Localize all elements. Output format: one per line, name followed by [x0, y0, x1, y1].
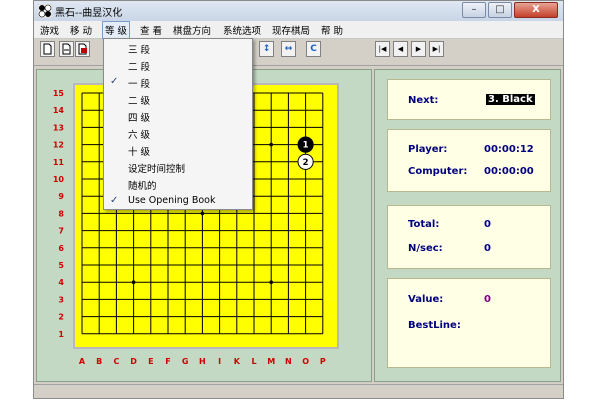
stone-move-number: 2	[303, 158, 309, 168]
row-label: 5	[58, 261, 64, 270]
column-label: C	[113, 357, 119, 366]
column-label: L	[251, 357, 256, 366]
row-label: 2	[58, 313, 64, 322]
next-value: 3. Black	[486, 94, 535, 105]
previous-move-button[interactable]: ◀	[393, 41, 408, 57]
menu-help[interactable]: 帮 助	[321, 23, 343, 37]
window-title: 黑石--曲昱汉化	[55, 8, 123, 19]
total-label: Total:	[408, 219, 440, 230]
maximize-button[interactable]: □	[488, 2, 512, 18]
value-value: 0	[484, 294, 491, 305]
row-label: 3	[58, 295, 64, 304]
column-label: H	[199, 357, 206, 366]
clock-card: Player: 00:00:12 Computer: 00:00:00	[387, 129, 551, 192]
star-point	[269, 280, 273, 284]
next-move-card: Next: 3. Black	[387, 79, 551, 120]
row-labels: 15 14 13 12 11 10 9 8 7 6 5 4 3 2 1	[53, 89, 65, 339]
level-option-2-dan[interactable]: 二 段	[128, 59, 150, 73]
stone-move-number: 1	[303, 141, 309, 151]
row-label: 15	[53, 89, 65, 98]
row-label: 6	[58, 244, 64, 253]
menu-saved-games[interactable]: 现存棋局	[272, 23, 310, 37]
column-labels: ABCDEFGHIKLMNOP	[79, 357, 326, 366]
last-move-button[interactable]: ▶|	[429, 41, 444, 57]
player-time-label: Player:	[408, 144, 448, 155]
level-menu-dropdown: 三 段 二 段 ✓ 一 段 二 级 四 级 六 级 十 级 设定时间控制 随机的…	[103, 38, 253, 210]
menu-game[interactable]: 游戏	[40, 23, 59, 37]
app-window: 黑石--曲昱汉化 – □ X 游戏 移 动 等 级 查 看 棋盘方向 系统选项 …	[33, 0, 564, 399]
close-button[interactable]: X	[514, 2, 558, 18]
column-label: O	[302, 357, 309, 366]
level-option-4-kyu[interactable]: 四 级	[128, 110, 150, 124]
menu-view[interactable]: 查 看	[140, 23, 162, 37]
random-option[interactable]: 随机的	[128, 178, 157, 192]
evaluation-card: Value: 0 BestLine:	[387, 278, 551, 368]
title-bar[interactable]: 黑石--曲昱汉化 – □ X	[34, 1, 563, 21]
computer-time-label: Computer:	[408, 166, 468, 177]
row-label: 11	[53, 158, 65, 167]
row-label: 7	[58, 227, 64, 236]
new-document-icon	[43, 43, 52, 55]
bestline-label: BestLine:	[408, 320, 461, 331]
nodes-per-sec-value: 0	[484, 243, 491, 254]
column-label: I	[218, 357, 221, 366]
nodes-per-sec-label: N/sec:	[408, 243, 443, 254]
use-opening-book-option[interactable]: Use Opening Book	[128, 195, 216, 206]
level-option-1-dan[interactable]: 一 段	[128, 76, 150, 90]
column-label: G	[182, 357, 189, 366]
menu-board-orientation[interactable]: 棋盘方向	[173, 23, 211, 37]
row-label: 8	[58, 209, 64, 218]
row-label: 12	[53, 141, 64, 150]
set-time-control-option[interactable]: 设定时间控制	[128, 161, 185, 175]
column-label: B	[96, 357, 102, 366]
first-move-button[interactable]: |◀	[375, 41, 390, 57]
column-label: F	[165, 357, 170, 366]
go-stones-app-icon	[38, 4, 52, 18]
row-label: 4	[58, 278, 64, 287]
flip-horizontal-button[interactable]: ↔	[281, 41, 296, 57]
minimize-button[interactable]: –	[462, 2, 486, 18]
star-point	[200, 211, 205, 216]
column-label: A	[79, 357, 86, 366]
menu-level[interactable]: 等 级	[102, 21, 131, 39]
row-label: 10	[53, 175, 65, 184]
column-label: P	[320, 357, 326, 366]
player-time-value: 00:00:12	[484, 144, 534, 155]
menu-bar: 游戏 移 动 等 级 查 看 棋盘方向 系统选项 现存棋局 帮 助	[34, 21, 563, 39]
search-stats-card: Total: 0 N/sec: 0	[387, 205, 551, 269]
column-label: N	[285, 357, 292, 366]
computer-time-value: 00:00:00	[484, 166, 534, 177]
level-option-3-dan[interactable]: 三 段	[128, 42, 150, 56]
rotate-button[interactable]: C	[306, 41, 321, 57]
star-point	[131, 280, 136, 284]
next-label: Next:	[408, 95, 439, 106]
star-point	[269, 142, 273, 147]
open-document-icon	[62, 43, 71, 55]
save-document-icon	[78, 43, 87, 55]
value-label: Value:	[408, 294, 444, 305]
level-option-6-kyu[interactable]: 六 级	[128, 127, 150, 141]
level-option-10-kyu[interactable]: 十 级	[128, 144, 150, 158]
save-game-button[interactable]	[75, 41, 90, 57]
menu-move[interactable]: 移 动	[70, 23, 92, 37]
row-label: 13	[53, 123, 64, 132]
total-value: 0	[484, 219, 491, 230]
next-move-button[interactable]: ▶	[411, 41, 426, 57]
row-label: 9	[58, 192, 64, 201]
new-game-button[interactable]	[40, 41, 55, 57]
checkmark-icon: ✓	[110, 195, 119, 206]
checkmark-icon: ✓	[110, 76, 119, 87]
column-label: M	[267, 357, 275, 366]
row-label: 14	[53, 106, 65, 115]
open-game-button[interactable]	[59, 41, 74, 57]
status-bar	[34, 384, 563, 398]
row-label: 1	[58, 330, 64, 339]
column-label: E	[148, 357, 153, 366]
info-pane: Next: 3. Black Player: 00:00:12 Computer…	[374, 69, 561, 382]
menu-system-options[interactable]: 系统选项	[223, 23, 261, 37]
flip-vertical-button[interactable]: ↕	[259, 41, 274, 57]
column-label: D	[130, 357, 137, 366]
level-option-2-kyu[interactable]: 二 级	[128, 93, 150, 107]
column-label: K	[234, 357, 241, 366]
